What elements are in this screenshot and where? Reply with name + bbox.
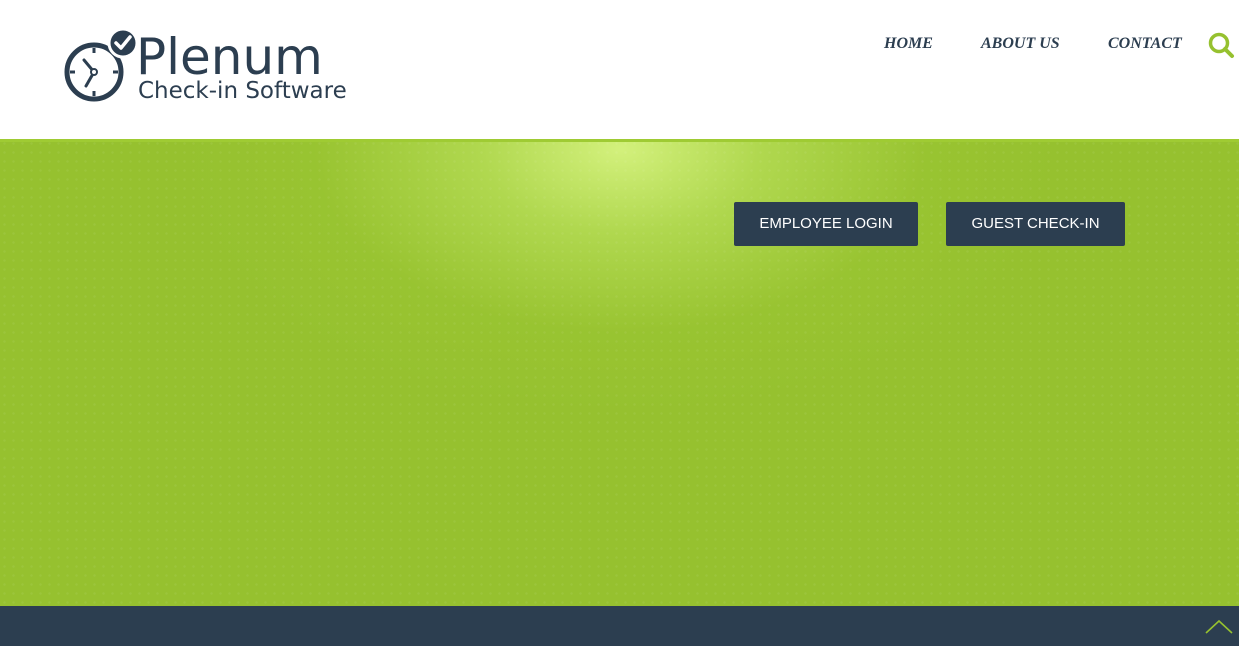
footer-bar	[0, 606, 1239, 646]
employee-login-button[interactable]: EMPLOYEE LOGIN	[734, 202, 918, 246]
hero-top-border	[0, 139, 1239, 142]
chevron-up-icon	[1205, 619, 1233, 634]
search-icon	[1208, 32, 1234, 58]
back-to-top-button[interactable]	[1204, 614, 1234, 638]
nav-home[interactable]: HOME	[884, 33, 933, 55]
nav-contact[interactable]: CONTACT	[1108, 33, 1182, 55]
logo-tagline: Check-in Software	[138, 78, 347, 104]
search-button[interactable]	[1206, 30, 1236, 60]
nav-about-us[interactable]: ABOUT US	[981, 33, 1060, 55]
main-nav: HOME ABOUT US CONTACT	[0, 33, 1239, 57]
guest-check-in-button[interactable]: GUEST CHECK-IN	[946, 202, 1125, 246]
hero-banner: EMPLOYEE LOGIN GUEST CHECK-IN	[0, 139, 1239, 606]
site-header: Plenum Check-in Software HOME ABOUT US C…	[0, 0, 1239, 139]
